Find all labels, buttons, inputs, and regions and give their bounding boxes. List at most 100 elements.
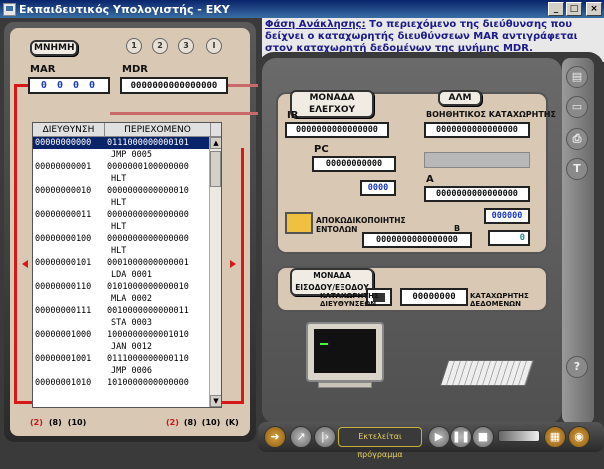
row-content: 0000000000000000: [107, 234, 189, 244]
maximize-button[interactable]: □: [566, 2, 582, 16]
table-row[interactable]: 00000000110 0101000000000010: [33, 281, 221, 293]
row-content: 0111000000000101: [107, 138, 189, 148]
monitor-screen: [314, 329, 376, 373]
pc-label: PC: [314, 144, 329, 155]
control-unit-label: ΜΟΝΑΔΑ ΕΛΕΓΧΟΥ: [290, 90, 374, 118]
pc-value-display: 0000: [360, 180, 396, 196]
step-1-button[interactable]: 1: [126, 38, 142, 54]
mar-bus: [110, 112, 270, 115]
table-row[interactable]: 00000000010 0000000000000010: [33, 185, 221, 197]
decoder-box: [285, 212, 313, 234]
print-icon[interactable]: ⎙: [566, 128, 588, 150]
table-row[interactable]: 00000000000 0111000000000101: [33, 137, 221, 149]
table-row[interactable]: MLA 0002: [33, 293, 221, 305]
base-8-left[interactable]: (8): [49, 418, 62, 427]
bus-line-right: [241, 148, 244, 404]
table-row[interactable]: 00000000100 0000000000000000: [33, 233, 221, 245]
row-address: [33, 149, 105, 161]
table-row[interactable]: JAN 0012: [33, 341, 221, 353]
table-row[interactable]: JMP 0006: [33, 365, 221, 377]
arrow-left-icon: [22, 260, 28, 268]
table-row[interactable]: HLT: [33, 173, 221, 185]
program-status: Εκτελείται πρόγραμμα: [338, 427, 422, 459]
memory-table[interactable]: ΔΙΕΥΘΥΝΣΗ ΠΕΡΙΕΧΟΜΕΝΟ 00000000000 0111000…: [32, 122, 222, 408]
step-2-button[interactable]: 2: [152, 38, 168, 54]
row-address: 00000000111: [35, 306, 92, 316]
monitor-icon: [306, 322, 384, 382]
scroll-down-icon[interactable]: ▼: [210, 395, 221, 407]
row-address: 00000000100: [35, 234, 92, 244]
row-content: MLA 0002: [111, 294, 152, 304]
speed-slider[interactable]: [498, 430, 540, 442]
play-button[interactable]: ▶: [428, 426, 450, 448]
row-address: [33, 317, 105, 329]
base-8-right[interactable]: (8): [184, 418, 197, 427]
row-content: LDA 0001: [111, 270, 152, 280]
row-content: HLT: [111, 198, 127, 208]
app-icon: [3, 2, 16, 16]
row-address: 00000000000: [35, 138, 92, 148]
row-content: 1000000000001010: [107, 330, 189, 340]
step-3-button[interactable]: 3: [178, 38, 194, 54]
row-address: 00000001001: [35, 354, 92, 364]
settings-button[interactable]: ▦: [544, 426, 566, 448]
table-row[interactable]: HLT: [33, 245, 221, 257]
scroll-thumb[interactable]: [210, 151, 221, 187]
row-address: 00000000010: [35, 186, 92, 196]
help-round-button[interactable]: ◉: [568, 426, 590, 448]
table-row[interactable]: 00000000101 0001000000000001: [33, 257, 221, 269]
a-register: 0000000000000000: [424, 186, 530, 202]
row-content: 0000000100000000: [107, 162, 189, 172]
base-2-left[interactable]: (2): [30, 418, 43, 427]
table-row[interactable]: LDA 0001: [33, 269, 221, 281]
keyboard-icon: [439, 360, 535, 386]
table-row[interactable]: 00000000001 0000000100000000: [33, 161, 221, 173]
row-address: 00000000011: [35, 210, 92, 220]
io-data-label: ΚΑΤΑΧΩΡΗΤΗΣ ΔΕΔΟΜΕΝΩΝ: [470, 292, 529, 308]
row-content: JMP 0006: [111, 366, 152, 376]
scroll-up-icon[interactable]: ▲: [210, 137, 221, 149]
table-row[interactable]: 00000001001 0111000000000110: [33, 353, 221, 365]
table-row[interactable]: JMP 0005: [33, 149, 221, 161]
row-address: [33, 245, 105, 257]
table-row[interactable]: HLT: [33, 221, 221, 233]
row-address: 00000001000: [35, 330, 92, 340]
table-row[interactable]: 00000001010 1010000000000000: [33, 377, 221, 389]
table-scrollbar[interactable]: ▲ ▼: [209, 137, 221, 407]
minimize-button[interactable]: _: [548, 2, 564, 16]
text-icon[interactable]: T: [566, 158, 588, 180]
close-button[interactable]: ×: [586, 2, 602, 16]
a-value-display: 000000: [484, 208, 530, 224]
info-button[interactable]: I: [206, 38, 222, 54]
window-title: Εκπαιδευτικός Υπολογιστής - ΕΚΥ: [19, 2, 230, 16]
folder-icon[interactable]: ▭: [566, 96, 588, 118]
document-icon[interactable]: ▤: [566, 66, 588, 88]
stop-button[interactable]: ■: [472, 426, 494, 448]
step-over-button[interactable]: ↗: [290, 426, 312, 448]
base-10-right[interactable]: (10): [202, 418, 220, 427]
help-icon[interactable]: ?: [566, 356, 588, 378]
b-register: 0000000000000000: [362, 232, 472, 248]
row-content: 0000000000000000: [107, 210, 189, 220]
table-header: ΔΙΕΥΘΥΝΣΗ ΠΕΡΙΕΧΟΜΕΝΟ: [33, 123, 221, 137]
cursor-icon: [320, 343, 328, 345]
table-row[interactable]: STA 0003: [33, 317, 221, 329]
base-2-right[interactable]: (2): [166, 418, 179, 427]
row-address: [33, 269, 105, 281]
pc-register: 00000000000: [312, 156, 396, 172]
table-row[interactable]: 00000001000 1000000000001010: [33, 329, 221, 341]
step-into-button[interactable]: |›: [314, 426, 336, 448]
aux-register: 0000000000000000: [424, 122, 530, 138]
table-row[interactable]: HLT: [33, 197, 221, 209]
bus-line-left: [14, 84, 17, 404]
pause-button[interactable]: ❚❚: [450, 426, 472, 448]
io-address-label: ΚΑΤΑΧΩΡΗΤΗΣ ΔΙΕΥΘΥΝΣΕΩΝ: [320, 292, 379, 308]
row-address: 00000001010: [35, 378, 92, 388]
base-10-left[interactable]: (10): [68, 418, 86, 427]
row-content: 1010000000000000: [107, 378, 189, 388]
bus-line-bottom-right: [222, 401, 244, 404]
back-button[interactable]: ➜: [264, 426, 286, 448]
table-row[interactable]: 00000000111 0010000000000011: [33, 305, 221, 317]
table-row[interactable]: 00000000011 0000000000000000: [33, 209, 221, 221]
base-k-right[interactable]: (K): [225, 418, 239, 427]
